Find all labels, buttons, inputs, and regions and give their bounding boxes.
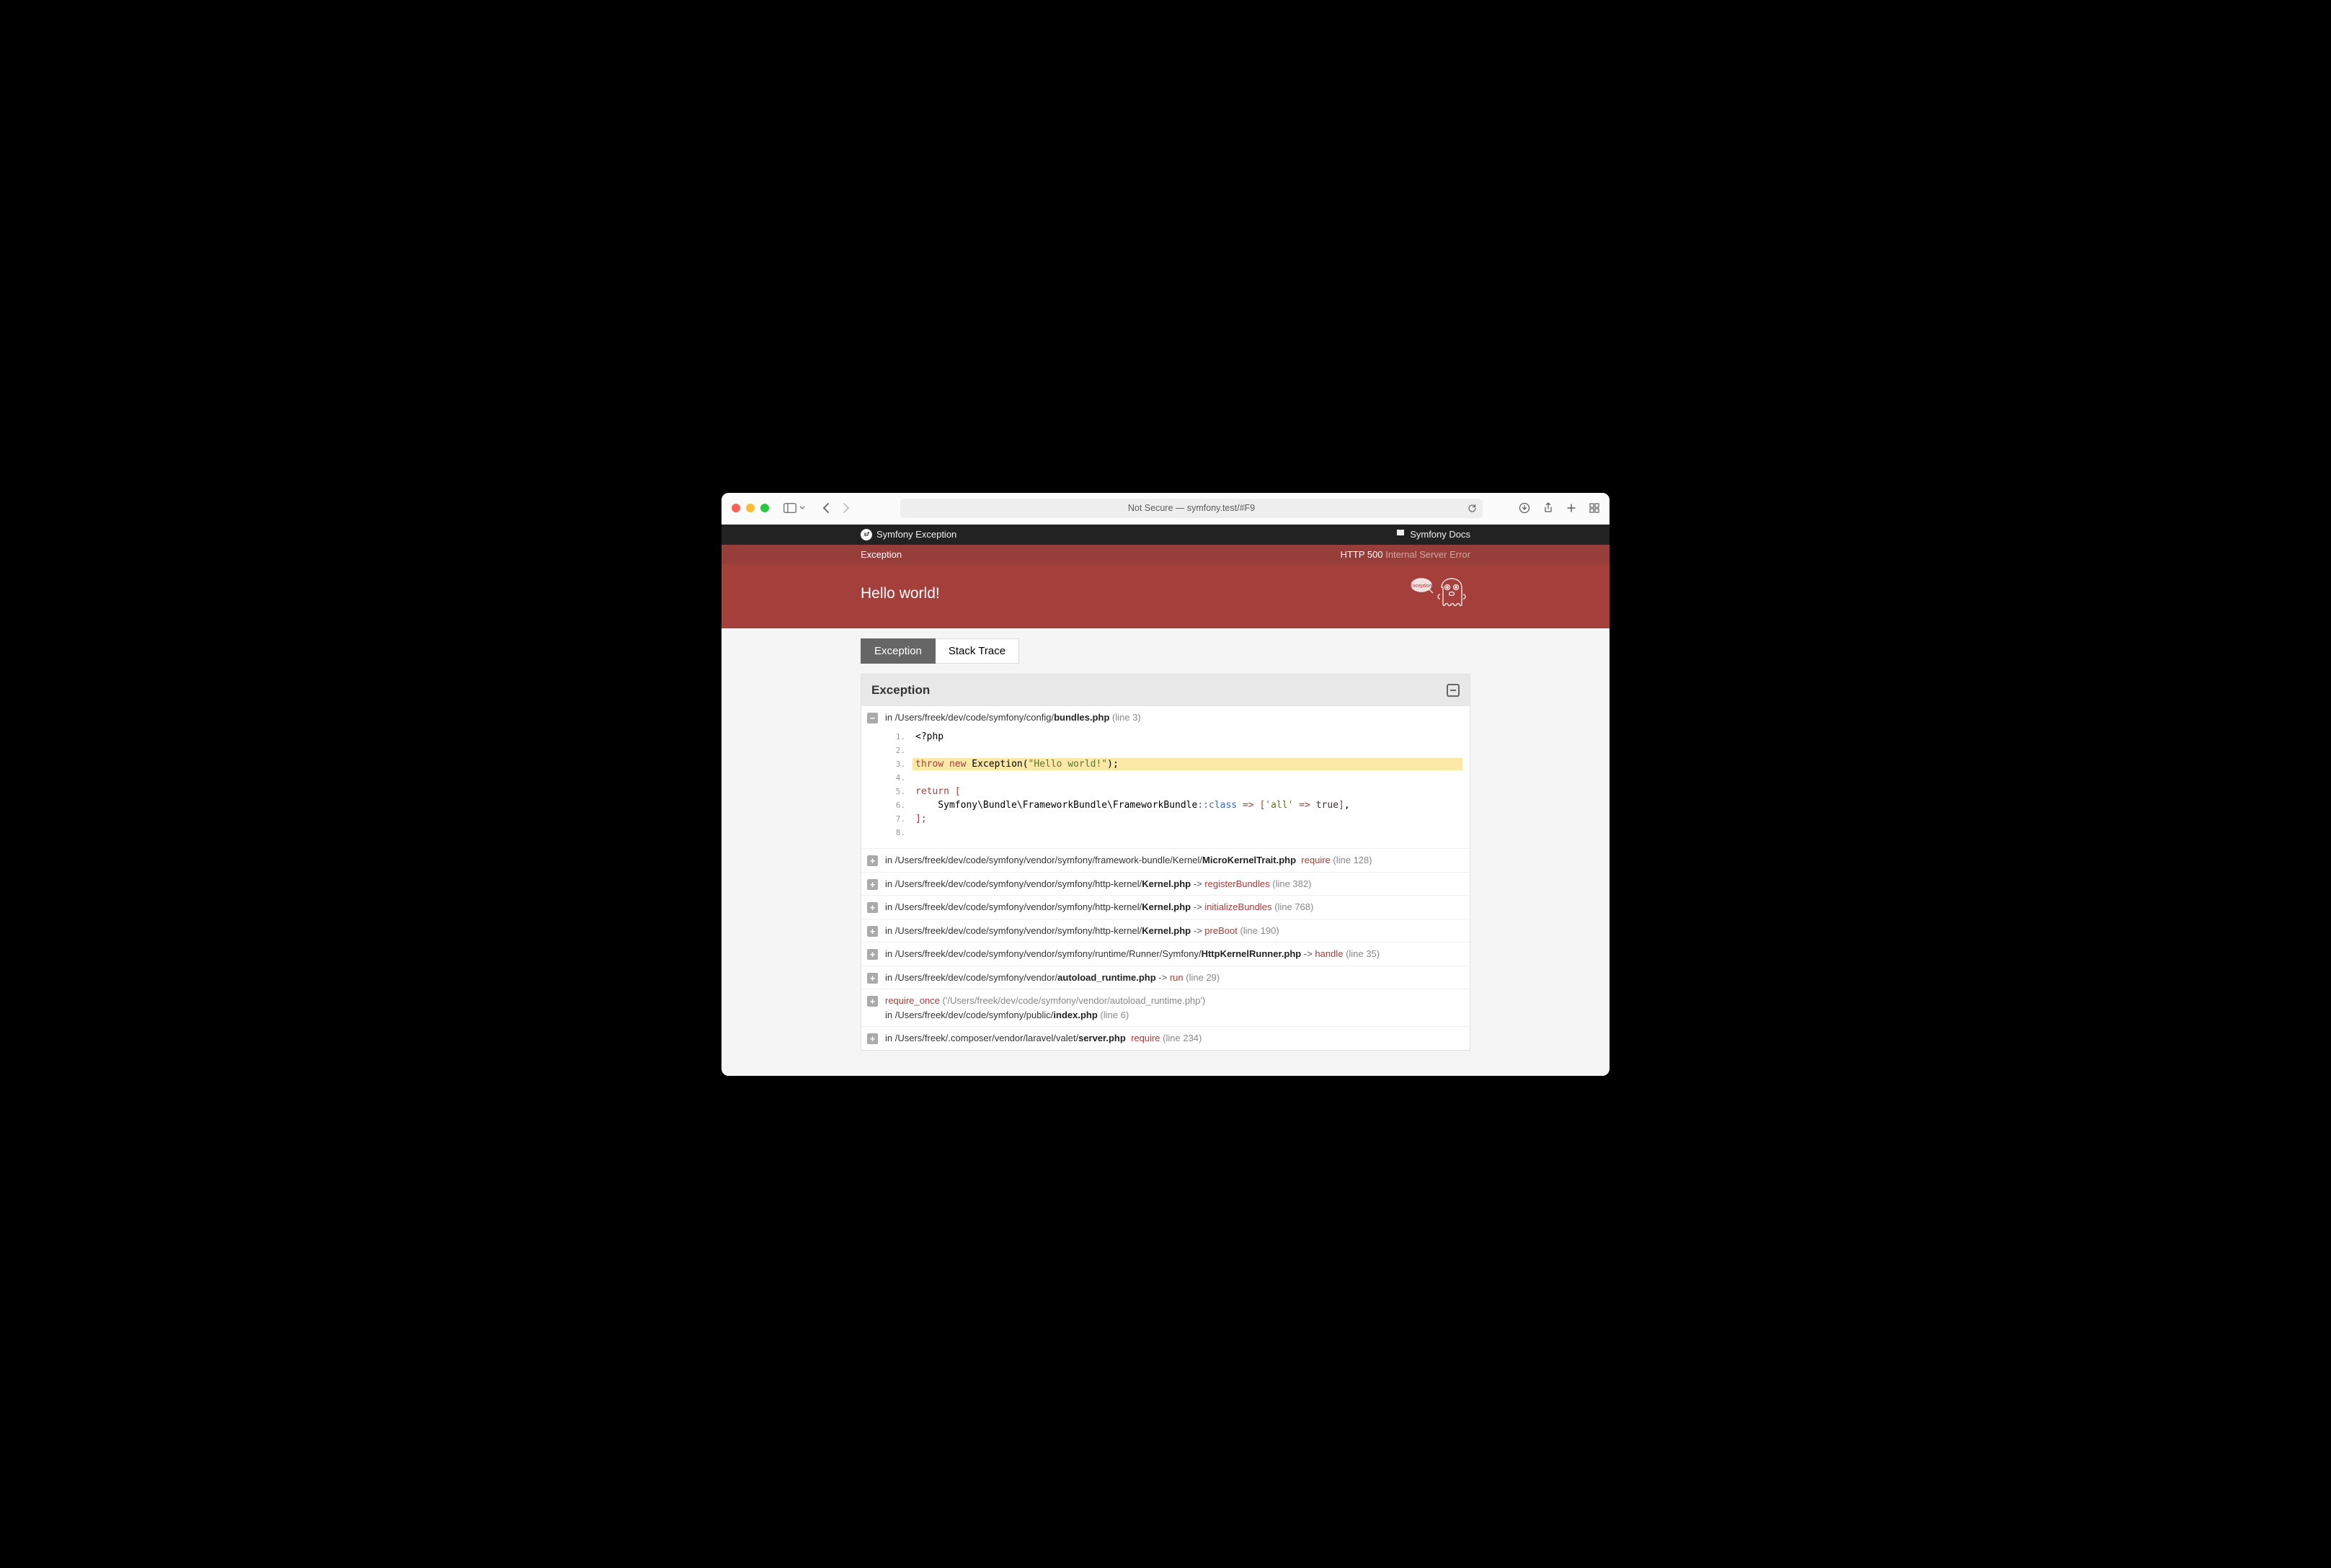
new-tab-icon[interactable] <box>1566 503 1576 513</box>
refresh-icon[interactable] <box>1468 504 1477 513</box>
stack-frame: in /Users/freek/.composer/vendor/laravel… <box>861 1027 1470 1050</box>
book-icon <box>1395 528 1406 540</box>
code-line: ]; <box>887 812 1462 826</box>
frame-location: in /Users/freek/dev/code/symfony/vendor/… <box>885 900 1462 914</box>
exception-panel: Exception in /Users/freek/dev/code/symfo… <box>861 674 1470 1051</box>
expand-toggle[interactable] <box>867 973 878 984</box>
frame-body: in /Users/freek/dev/code/symfony/vendor/… <box>885 900 1462 914</box>
docs-link[interactable]: Symfony Docs <box>1395 528 1470 540</box>
maximize-window[interactable] <box>760 504 769 512</box>
code-line <box>887 771 1462 785</box>
chevron-down-icon <box>799 506 805 510</box>
downloads-icon[interactable] <box>1519 502 1530 514</box>
frame-body: require_once ('/Users/freek/dev/code/sym… <box>885 994 1462 1022</box>
tabs-overview-icon[interactable] <box>1589 503 1599 513</box>
frame-location: in /Users/freek/dev/code/symfony/vendor/… <box>885 853 1462 868</box>
frame-body: in /Users/freek/dev/code/symfony/vendor/… <box>885 947 1462 961</box>
frame-location: in /Users/freek/dev/code/symfony/vendor/… <box>885 971 1462 985</box>
docs-label: Symfony Docs <box>1410 529 1470 540</box>
http-status: HTTP 500 Internal Server Error <box>1341 549 1470 560</box>
frame-location: in /Users/freek/dev/code/symfony/config/… <box>885 710 1462 725</box>
frames-list: in /Users/freek/dev/code/symfony/config/… <box>861 706 1470 1050</box>
panel-header: Exception <box>861 674 1470 706</box>
address-bar[interactable]: Not Secure — symfony.test/#F9 <box>900 499 1483 518</box>
code-line: Symfony\Bundle\FrameworkBundle\Framework… <box>887 798 1462 812</box>
frame-body: in /Users/freek/.composer/vendor/laravel… <box>885 1031 1462 1046</box>
chrome-right-icons <box>1519 502 1599 514</box>
frame-location: in /Users/freek/dev/code/symfony/vendor/… <box>885 924 1462 938</box>
stack-frame: in /Users/freek/dev/code/symfony/vendor/… <box>861 943 1470 966</box>
frame-location: in /Users/freek/dev/code/symfony/vendor/… <box>885 877 1462 891</box>
code-line: <?php <box>887 730 1462 744</box>
forward-button[interactable] <box>843 502 850 514</box>
browser-chrome: Not Secure — symfony.test/#F9 <box>722 493 1610 525</box>
address-text: Not Secure — symfony.test/#F9 <box>1128 503 1255 513</box>
page: Symfony Exception Symfony Docs Exception… <box>722 525 1610 1076</box>
exception-class: Exception <box>861 549 902 560</box>
tab-stack-trace[interactable]: Stack Trace <box>936 638 1019 664</box>
stack-frame: in /Users/freek/dev/code/symfony/vendor/… <box>861 966 1470 990</box>
nav-arrows <box>822 502 850 514</box>
frame-body: in /Users/freek/dev/code/symfony/vendor/… <box>885 924 1462 938</box>
code-snippet: <?php throw new Exception("Hello world!")… <box>887 730 1462 839</box>
expand-toggle[interactable] <box>867 1033 878 1044</box>
back-button[interactable] <box>822 502 830 514</box>
traffic-lights <box>732 504 769 512</box>
minimize-window[interactable] <box>746 504 755 512</box>
code-line <box>887 744 1462 757</box>
share-icon[interactable] <box>1543 502 1553 514</box>
stack-frame: require_once ('/Users/freek/dev/code/sym… <box>861 989 1470 1027</box>
svg-text:Exception!: Exception! <box>1410 584 1434 589</box>
tab-exception[interactable]: Exception <box>861 638 936 664</box>
expand-toggle[interactable] <box>867 902 878 913</box>
collapse-all-toggle[interactable] <box>1447 684 1460 697</box>
stack-frame: in /Users/freek/dev/code/symfony/vendor/… <box>861 849 1470 873</box>
close-window[interactable] <box>732 504 740 512</box>
stack-frame: in /Users/freek/dev/code/symfony/config/… <box>861 706 1470 850</box>
exception-message: Hello world! <box>861 585 940 602</box>
content: Exception Stack Trace Exception in /User… <box>722 628 1610 1076</box>
browser-window: Not Secure — symfony.test/#F9 Symfony Ex… <box>722 493 1610 1076</box>
code-line: throw new Exception("Hello world!"); <box>887 757 1462 771</box>
stack-frame: in /Users/freek/dev/code/symfony/vendor/… <box>861 919 1470 943</box>
expand-toggle[interactable] <box>867 949 878 960</box>
expand-toggle[interactable] <box>867 713 878 723</box>
expand-toggle[interactable] <box>867 996 878 1007</box>
frame-call: require_once ('/Users/freek/dev/code/sym… <box>885 994 1462 1008</box>
frame-body: in /Users/freek/dev/code/symfony/vendor/… <box>885 853 1462 868</box>
symfony-logo-icon <box>861 529 872 540</box>
frame-body: in /Users/freek/dev/code/symfony/vendor/… <box>885 877 1462 891</box>
topbar-title: Symfony Exception <box>876 529 956 540</box>
frame-location: in /Users/freek/dev/code/symfony/vendor/… <box>885 947 1462 961</box>
expand-toggle[interactable] <box>867 879 878 890</box>
expand-toggle[interactable] <box>867 926 878 937</box>
stack-frame: in /Users/freek/dev/code/symfony/vendor/… <box>861 896 1470 919</box>
hero: Hello world! Exception! <box>722 564 1610 628</box>
sidebar-toggle[interactable] <box>783 503 805 513</box>
frame-body: in /Users/freek/dev/code/symfony/vendor/… <box>885 971 1462 985</box>
frame-location: in /Users/freek/dev/code/symfony/public/… <box>885 1008 1462 1023</box>
stack-frame: in /Users/freek/dev/code/symfony/vendor/… <box>861 873 1470 896</box>
symfony-topbar: Symfony Exception Symfony Docs <box>722 525 1610 545</box>
panel-title: Exception <box>871 683 930 698</box>
code-line <box>887 826 1462 839</box>
tabs: Exception Stack Trace <box>861 638 1470 664</box>
ghost-illustration-icon: Exception! <box>1406 574 1470 614</box>
expand-toggle[interactable] <box>867 855 878 866</box>
frame-body: in /Users/freek/dev/code/symfony/config/… <box>885 710 1462 845</box>
frame-location: in /Users/freek/.composer/vendor/laravel… <box>885 1031 1462 1046</box>
code-line: return [ <box>887 785 1462 798</box>
error-strip: Exception HTTP 500 Internal Server Error <box>722 545 1610 564</box>
